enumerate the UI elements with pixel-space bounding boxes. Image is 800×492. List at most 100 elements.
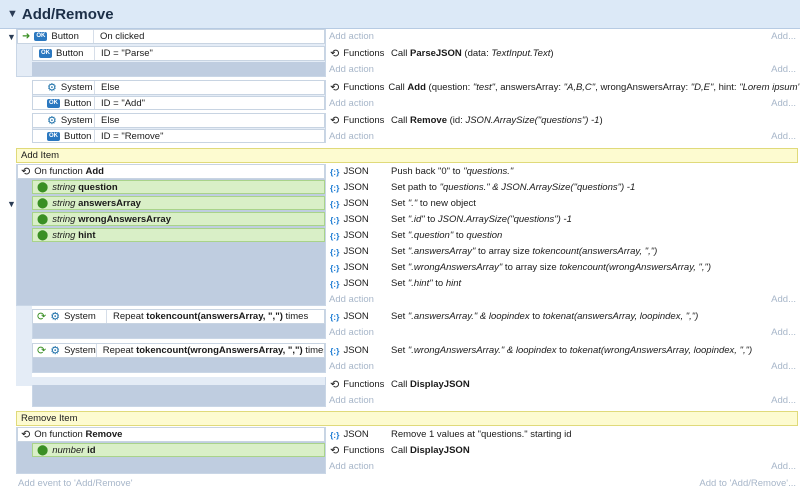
add-more-link[interactable]: Add... [771,361,796,372]
add-more-link[interactable]: Add... [771,98,796,109]
event-1-condition-2[interactable]: OK Button ID = "Parse" [32,46,325,61]
event-3-condition-2[interactable]: OK Button ID = "Remove" [32,129,325,143]
event-3-add-action-row[interactable]: Add action Add... [327,129,800,143]
function-add-action-1[interactable]: {:} JSON Push back "0" to "questions." [327,164,800,179]
json-icon: {:} [330,166,340,177]
display-event-empty-condition[interactable] [32,377,325,385]
event-3-action-1[interactable]: ⟲ Functions Call Remove (id: JSON.ArrayS… [327,113,800,128]
function-add-action-5[interactable]: {:} JSON Set ".question" to question [327,228,800,243]
add-event-link[interactable]: Add event to 'Add/Remove' [18,478,133,489]
add-action-link[interactable]: Add action [327,31,374,42]
function-collapse-icon[interactable]: ▼ [7,199,16,209]
action-text: Set ".wrongAnswersArray" to array size t… [387,262,711,273]
function-name: Remove [410,115,447,126]
call-keyword: Call [391,48,408,59]
event-2-action-1[interactable]: ⟲ Functions Call Add (question: "test", … [327,80,800,95]
event-1-action-1[interactable]: ⟲ Functions Call ParseJSON (data: TextIn… [327,46,800,61]
function-add-action-7[interactable]: {:} JSON Set ".wrongAnswersArray" to arra… [327,260,800,275]
event-2-add-action-row[interactable]: Add action Add... [327,96,800,110]
function-remove-add-action-row[interactable]: Add action Add... [327,459,800,473]
function-add-add-action-row[interactable]: Add action Add... [327,292,800,306]
repeat-2-action-1[interactable]: {:} JSON Set ".wrongAnswersArray." & loop… [327,343,800,358]
param-name: id [87,444,96,456]
args-pre: (id: [449,115,466,126]
event-3-condition-1[interactable]: ⚙ System Else [32,113,325,128]
action-text: Call ParseJSON (data: TextInput.Text) [387,48,554,59]
sheet-title-bar[interactable]: ▼ Add/Remove [0,0,800,29]
add-more-link[interactable]: Add... [771,461,796,472]
action-object: {:} JSON [327,182,387,193]
event-sheet: ▼ Add/Remove ▼ ➜ OK Button On clicked OK… [0,0,800,492]
event-collapse-icon[interactable]: ▼ [7,32,16,42]
expr-part: ".answersArray." & loopindex [407,311,530,322]
condition-object-name: System [60,82,93,93]
text-part: times [305,345,324,356]
action-text: Call Add (question: "test", answersArray… [384,82,800,93]
function-remove-action-2[interactable]: ⟲ Functions Call DisplayJSON [327,443,800,458]
action-object: {:} JSON [327,278,387,289]
action-text: Set ".wrongAnswersArray." & loopindex to… [387,345,752,356]
group-title: Remove Item [21,413,78,424]
text-part: to [453,230,467,241]
display-event-add-action-row[interactable]: Add action Add... [327,393,800,407]
expr-bold: tokencount(wrongAnswersArray, ",") [136,345,303,356]
function-remove-header[interactable]: ⟲ On function Remove [17,427,325,442]
add-action-link[interactable]: Add action [327,461,374,472]
expr-part: "questions." [463,166,514,177]
function-add-action-6[interactable]: {:} JSON Set ".answersArray" to array siz… [327,244,800,259]
add-action-link[interactable]: Add action [327,327,374,338]
condition-object: ⟳ ⚙ System [33,344,97,357]
param-name: question [78,181,118,193]
event-1-add-action-row-2[interactable]: Add action Add... [327,62,800,76]
expr-part: ".wrongAnswersArray" [407,262,503,273]
add-more-link[interactable]: Add... [771,31,796,42]
add-to-sheet-link[interactable]: Add to 'Add/Remove'... [699,478,796,489]
add-action-link[interactable]: Add action [327,64,374,75]
action-object-name: JSON [343,345,369,356]
event-1-add-action-row[interactable]: Add action Add... [327,29,800,44]
param-answersArray[interactable]: ⬤ string answersArray [32,196,325,210]
display-event-action-1[interactable]: ⟲ Functions Call DisplayJSON [327,377,800,392]
event-2-condition-1[interactable]: ⚙ System Else [32,80,325,95]
add-more-link[interactable]: Add... [771,294,796,305]
text-part: times [282,311,309,322]
function-add-action-8[interactable]: {:} JSON Set ".hint" to hint [327,276,800,291]
function-add-action-3[interactable]: {:} JSON Set "." to new object [327,196,800,211]
group-add-item[interactable]: Add Item [16,148,798,163]
function-add-header[interactable]: ⟲ On function Add [17,164,325,179]
add-action-link[interactable]: Add action [327,131,374,142]
param-id[interactable]: ⬤ number id [32,443,325,457]
repeat-2-add-action-row[interactable]: Add action Add... [327,359,800,373]
function-add-action-4[interactable]: {:} JSON Set ".id" to JSON.ArraySize("que… [327,212,800,227]
param-wrongAnswersArray[interactable]: ⬤ string wrongAnswersArray [32,212,325,226]
functions-icon: ⟲ [21,166,31,178]
param-name: wrongAnswersArray [78,213,171,225]
function-add-action-2[interactable]: {:} JSON Set path to "questions." & JSON.… [327,180,800,195]
add-action-link[interactable]: Add action [327,294,374,305]
add-more-link[interactable]: Add... [771,131,796,142]
param-question[interactable]: ⬤ string question [32,180,325,194]
event-1-empty-area[interactable] [32,62,325,76]
repeat-1-action-1[interactable]: {:} JSON Set ".answersArray." & loopindex… [327,309,800,324]
param-hint[interactable]: ⬤ string hint [32,228,325,242]
function-name: DisplayJSON [410,379,470,390]
event-2-condition-2[interactable]: OK Button ID = "Add" [32,96,325,110]
add-action-link[interactable]: Add action [327,395,374,406]
repeat-1-condition[interactable]: ⟳ ⚙ System Repeat tokencount(answersArra… [32,309,325,324]
expr-part: JSON.ArraySize("questions") -1 [437,214,572,225]
add-more-link[interactable]: Add... [771,64,796,75]
repeat-2-condition[interactable]: ⟳ ⚙ System Repeat tokencount(wrongAnswer… [32,343,325,358]
event-1-condition-1[interactable]: ➜ OK Button On clicked [17,29,325,44]
add-action-link[interactable]: Add action [327,361,374,372]
group-remove-item[interactable]: Remove Item [16,411,798,426]
expr-part: ".wrongAnswersArray." & loopindex [407,345,557,356]
condition-object-name: Button [56,48,84,59]
collapse-triangle-icon[interactable]: ▼ [7,8,18,20]
json-icon: {:} [330,214,340,225]
add-more-link[interactable]: Add... [771,395,796,406]
repeat-1-add-action-row[interactable]: Add action Add... [327,325,800,339]
function-remove-action-1[interactable]: {:} JSON Remove 1 values at "questions." … [327,427,800,442]
add-more-link[interactable]: Add... [771,327,796,338]
add-action-link[interactable]: Add action [327,98,374,109]
json-icon: {:} [330,311,340,322]
